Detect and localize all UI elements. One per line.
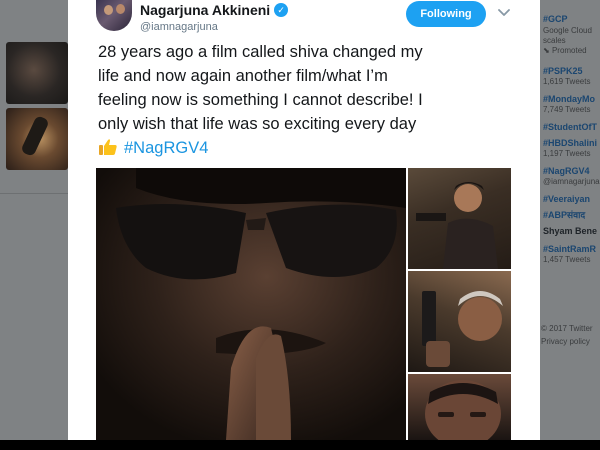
trend-item-saintram[interactable]: #SaintRamR 1,457 Tweets — [543, 244, 600, 272]
thumbs-up-emoji-icon — [99, 139, 117, 155]
privacy-policy-link[interactable]: Privacy policy — [541, 335, 593, 348]
trend-count: 1,619 Tweets — [543, 77, 591, 86]
author-name[interactable]: Nagarjuna Akkineni — [140, 2, 270, 18]
trend-count: 1,457 Tweets — [543, 255, 591, 264]
action-still-image — [416, 182, 498, 269]
hashtag-link[interactable]: #NagRGV4 — [124, 139, 208, 157]
tweet-text-line: only wish that life was so exciting ever… — [98, 115, 417, 133]
trend-item: Google Cloud — [543, 26, 600, 36]
media-photo-4[interactable] — [408, 374, 511, 440]
media-photo-2[interactable] — [408, 168, 511, 269]
trend-count: 7,749 Tweets — [543, 105, 591, 114]
promoted-label: ⬊ Promoted — [543, 46, 600, 56]
tweet-text: 28 years ago a film called shiva changed… — [98, 40, 518, 160]
trend-context: @iamnagarjuna — [543, 177, 600, 186]
trends-sidebar-background: #GCP Google Cloud scales ⬊ Promoted #PSP… — [540, 0, 600, 440]
tweet-text-line: feeling now is something I cannot descri… — [98, 91, 423, 109]
following-button[interactable]: Following — [406, 1, 486, 27]
trend-item-hbdshalini[interactable]: #HBDShalini 1,197 Tweets — [543, 138, 600, 166]
media-thumbnail-1[interactable] — [6, 42, 68, 104]
verified-badge-icon: ✓ — [274, 3, 289, 17]
trend-sub: scales — [543, 36, 566, 45]
promoted-text: Promoted — [551, 46, 587, 55]
trend-item-shyam[interactable]: Shyam Bene — [543, 226, 600, 244]
trend-tag: #MondayMo — [543, 94, 596, 104]
tweet-text-line: #NagRGV4 — [98, 136, 518, 160]
trend-item-pspk25[interactable]: #PSPK25 1,619 Tweets — [543, 66, 600, 94]
trend-tag: #NagRGV4 — [543, 166, 590, 176]
copyright-text: © 2017 Twitter — [541, 324, 593, 333]
trend-item-studentoft[interactable]: #StudentOfT — [543, 122, 600, 138]
trend-item-nagrgv4[interactable]: #NagRGV4 @iamnagarjuna — [543, 166, 600, 194]
gun-still-image — [422, 291, 503, 367]
trend-count: 1,197 Tweets — [543, 149, 591, 158]
trend-tag: #PSPK25 — [543, 66, 583, 76]
media-photo-3[interactable] — [408, 271, 511, 372]
promoted-icon: ⬊ — [543, 46, 552, 55]
trends-list: #GCP Google Cloud scales ⬊ Promoted #PSP… — [543, 14, 600, 272]
trend-tag: #ABPसंवाद — [543, 210, 586, 220]
trend-tag: #GCP — [543, 14, 568, 24]
trend-item-veeraiyan[interactable]: #Veeraiyan — [543, 194, 600, 210]
portrait-image — [96, 168, 406, 440]
trend-tag: #HBDShalini — [543, 138, 598, 148]
trend-tag: Shyam Bene — [543, 226, 598, 236]
trend-tag: #Veeraiyan — [543, 194, 591, 204]
tweet-media — [96, 168, 511, 440]
media-photo-main[interactable] — [96, 168, 406, 440]
trend-item: scales — [543, 36, 600, 46]
trend-sub: Google Cloud — [543, 26, 592, 35]
trend-item[interactable]: #GCP — [543, 14, 600, 26]
tweet-text-line: life and now again another film/what I’m — [98, 67, 388, 85]
trend-item: ⬊ Promoted — [543, 46, 600, 66]
chevron-down-icon[interactable] — [496, 4, 512, 20]
trend-item-abp[interactable]: #ABPसंवाद — [543, 210, 600, 226]
trend-item-mondaymo[interactable]: #MondayMo 7,749 Tweets — [543, 94, 600, 122]
sidebar-divider — [0, 193, 68, 194]
bottom-black-bar — [0, 440, 600, 450]
trend-tag: #StudentOfT — [543, 122, 597, 132]
closeup-still-image — [425, 380, 501, 440]
author-row: Nagarjuna Akkineni ✓ — [140, 2, 289, 18]
sidebar-footer: © 2017 Twitter Privacy policy — [541, 322, 593, 348]
tweet-text-line: 28 years ago a film called shiva changed… — [98, 43, 423, 61]
avatar[interactable] — [96, 0, 132, 31]
media-thumbnail-2[interactable] — [6, 108, 68, 170]
trend-tag: #SaintRamR — [543, 244, 597, 254]
author-handle[interactable]: @iamnagarjuna — [140, 21, 218, 33]
tweet-card: Nagarjuna Akkineni ✓ @iamnagarjuna Follo… — [68, 0, 540, 440]
left-sidebar-background — [0, 0, 68, 440]
